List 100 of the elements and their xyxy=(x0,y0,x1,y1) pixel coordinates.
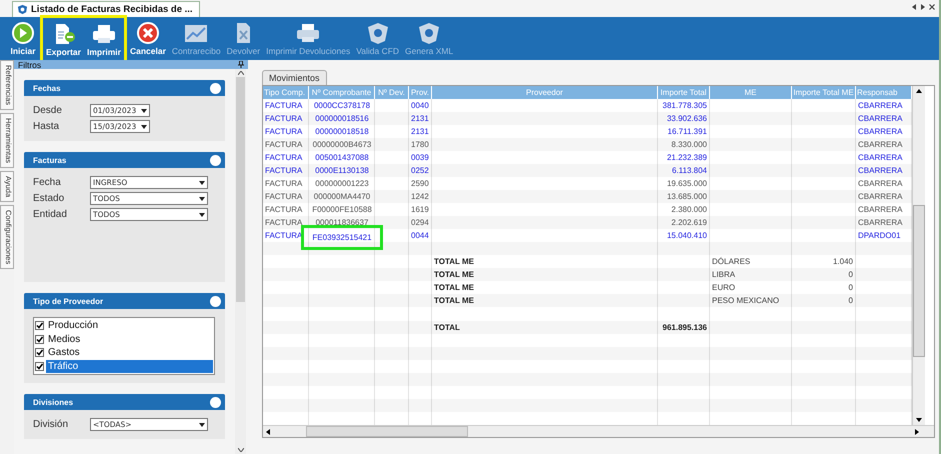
checkbox[interactable] xyxy=(35,334,44,344)
table-cell-text: TOTAL ME xyxy=(433,269,475,282)
table-cell: EURO xyxy=(712,283,736,292)
table-cell: 0 xyxy=(848,283,853,292)
pin-icon[interactable] xyxy=(238,61,244,68)
toolbar-button[interactable]: Cancelar xyxy=(126,17,169,60)
table-cell-text: 0000CC378178 xyxy=(312,100,372,112)
scroll-down-icon[interactable] xyxy=(916,418,922,422)
toolbar-button[interactable]: Iniciar xyxy=(6,17,40,60)
list-item[interactable]: Tráfico xyxy=(46,360,213,373)
scroll-down-icon[interactable] xyxy=(238,448,244,452)
table-cell: 961.895.136 xyxy=(662,322,707,332)
card-title: Fechas xyxy=(33,84,61,92)
dropdown-arrow-icon[interactable] xyxy=(199,180,205,184)
field-label: Entidad xyxy=(33,209,68,220)
scroll-up-icon[interactable] xyxy=(238,71,244,75)
toolbar-button[interactable]: Exportar xyxy=(43,18,84,60)
table-cell-text: 000011836637 xyxy=(314,217,370,230)
table-cell-text: 2590 xyxy=(410,178,430,190)
table-cell-text: 00000000B4673 xyxy=(312,138,372,151)
checkbox[interactable] xyxy=(35,321,44,330)
scrollbar[interactable] xyxy=(912,86,925,425)
field-label: Desde xyxy=(33,105,63,116)
table-cell-text: 1242 xyxy=(410,191,430,204)
table-cell-text: 33.902.636 xyxy=(666,112,708,125)
table-cell-text: DPARDO01 xyxy=(857,230,902,242)
table-cell-text: 000000001223 xyxy=(314,178,370,190)
table-cell-text: 005001437088 xyxy=(314,152,370,164)
list-item[interactable]: Producción xyxy=(46,319,213,332)
dropdown-arrow-icon[interactable] xyxy=(141,124,147,128)
table-cell-text: 1619 xyxy=(410,204,430,216)
dropdown-arrow-icon[interactable] xyxy=(199,422,205,426)
dropdown-arrow-icon[interactable] xyxy=(141,108,147,112)
table-cell-text: 13.685.000 xyxy=(666,191,708,204)
list-item[interactable]: Gastos xyxy=(46,346,213,360)
table-cell-text: FACTURA xyxy=(264,126,304,138)
play-icon xyxy=(9,21,37,45)
table-cell-text: CBARRERA xyxy=(857,204,904,216)
table-cell-text: 2131 xyxy=(410,112,430,125)
table-cell-text: FACTURA xyxy=(264,100,304,112)
checkbox[interactable] xyxy=(35,362,44,371)
table-cell-text: CBARRERA xyxy=(857,138,904,151)
previous-icon[interactable] xyxy=(911,4,917,10)
table-cell-text: F00000FE10588 xyxy=(311,204,373,216)
scroll-left-icon[interactable] xyxy=(266,428,270,434)
document-tab[interactable]: Listado de Facturas Recibidas de ... xyxy=(12,1,200,17)
table-cell-text: 6.113.804 xyxy=(671,164,708,177)
card-title: Tipo de Proveedor xyxy=(33,296,104,306)
tab[interactable]: Movimientos xyxy=(262,70,327,85)
table-cell: 0 xyxy=(848,296,853,306)
table-cell-text: CBARRERA xyxy=(857,112,904,125)
table-cell-text: FACTURA xyxy=(264,138,304,151)
table-cell-text: FACTURA xyxy=(264,191,304,204)
table-cell-text: 21.232.389 xyxy=(666,152,708,164)
dropdown-arrow-icon[interactable] xyxy=(199,196,205,200)
table-cell-text: FACTURA xyxy=(264,204,304,216)
collapse-icon[interactable] xyxy=(210,154,221,166)
table-cell-text: FACTURA xyxy=(264,152,304,164)
table-cell-text: 0294 xyxy=(410,217,430,230)
table-cell-text: 2.202.619 xyxy=(670,217,708,230)
table-cell: 0 xyxy=(848,270,853,280)
collapse-icon[interactable] xyxy=(210,396,221,408)
card-title: Divisiones xyxy=(33,398,74,406)
dropdown-arrow-icon[interactable] xyxy=(199,212,205,216)
close-icon[interactable] xyxy=(929,4,935,10)
toolbar-button[interactable]: Imprimir xyxy=(84,18,124,60)
table-cell-text: 2.380.000 xyxy=(670,204,708,216)
table-cell-text: 2131 xyxy=(410,126,430,138)
shield-logo-icon xyxy=(17,4,28,15)
table-cell-text: CBARRERA xyxy=(857,191,904,204)
collapse-icon[interactable] xyxy=(210,296,221,306)
table-cell-text: 0252 xyxy=(410,164,430,177)
table-cell-text: 000000MA4470 xyxy=(312,191,372,204)
scrollbar[interactable] xyxy=(263,425,934,437)
table-cell-text: FACTURA xyxy=(264,164,304,177)
scroll-up-icon[interactable] xyxy=(916,89,922,93)
table-cell: PESO MEXICANO xyxy=(712,296,780,306)
scrollbar[interactable] xyxy=(235,69,246,454)
table-cell-text: FACTURA xyxy=(264,178,304,190)
table-cell-text: TOTAL xyxy=(433,322,461,334)
table-cell-text: 0039 xyxy=(410,152,430,164)
table-cell-text: TOTAL ME xyxy=(433,295,475,308)
field-label: División xyxy=(33,419,70,430)
field-label: Estado xyxy=(33,193,66,204)
checkbox[interactable] xyxy=(35,348,44,358)
table-cell-text: 0000E1130138 xyxy=(314,164,370,177)
table-cell: DÓLARES xyxy=(712,257,750,266)
table-cell: FE03932515421 xyxy=(304,228,380,248)
scroll-right-icon[interactable] xyxy=(915,428,919,434)
table-cell-text: CBARRERA xyxy=(857,164,904,177)
list-item[interactable]: Medios xyxy=(46,332,213,346)
table-cell-text: 0040 xyxy=(410,100,430,112)
table-cell-text: FACTURA xyxy=(264,112,304,125)
table-cell-text: 000000018516 xyxy=(314,112,370,125)
table-cell-text: FACTURA xyxy=(264,217,304,230)
collapse-icon[interactable] xyxy=(210,82,221,94)
table-cell-text: 15.040.410 xyxy=(666,230,708,242)
panel-title: Filtros xyxy=(18,60,42,70)
next-icon[interactable] xyxy=(920,4,926,10)
table-cell-text: CBARRERA xyxy=(857,178,904,190)
